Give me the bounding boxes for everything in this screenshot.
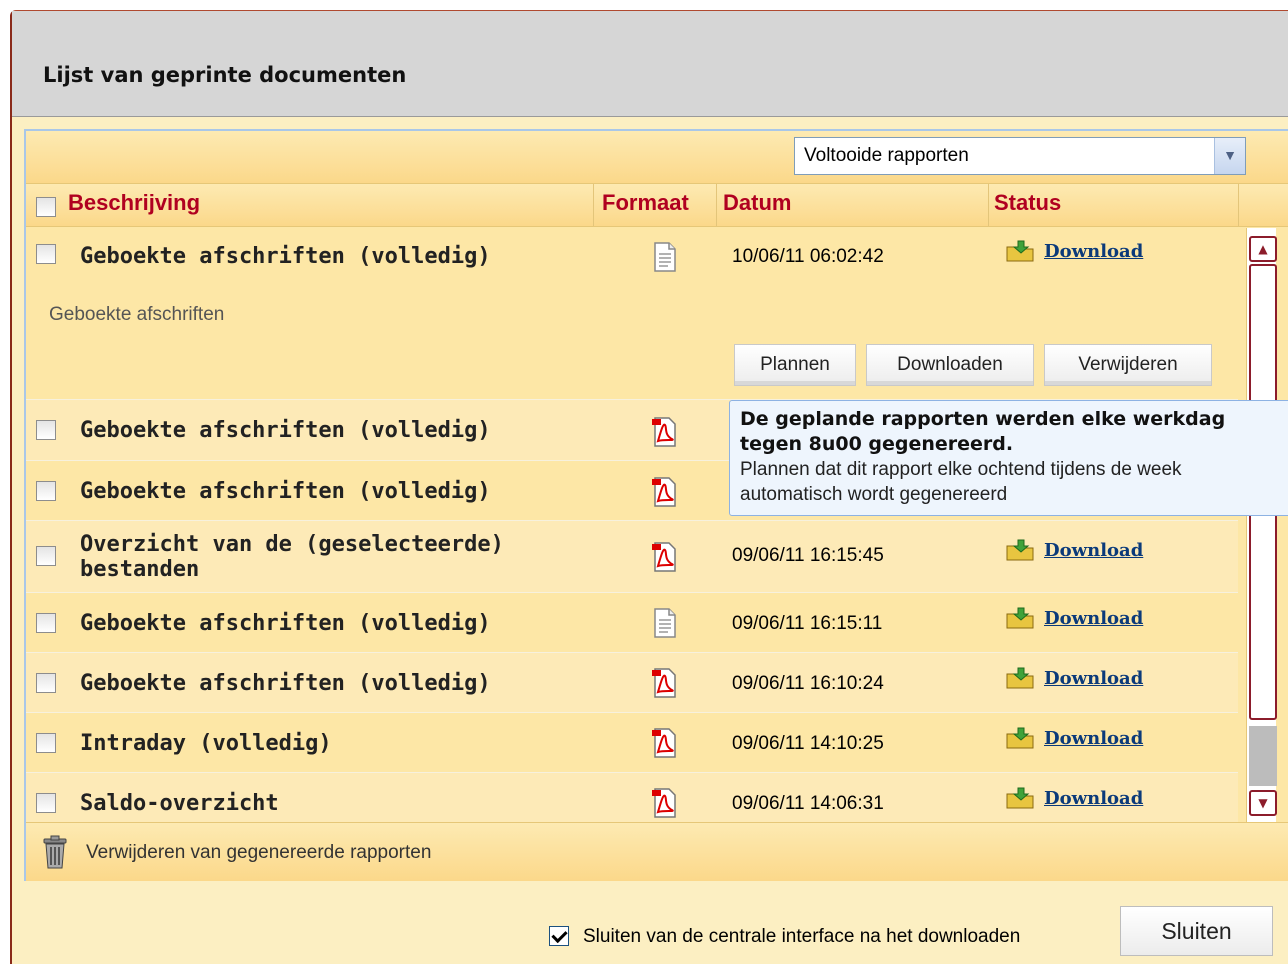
pdf-icon[interactable] xyxy=(652,788,678,818)
column-divider xyxy=(1238,184,1239,226)
report-filter-select[interactable]: Voltooide rapporten ▼ xyxy=(794,137,1246,175)
row-checkbox[interactable] xyxy=(36,244,56,264)
row-date: 09/06/11 16:15:11 xyxy=(732,613,883,634)
row-description: Overzicht van de (geselecteerde) bestand… xyxy=(80,532,504,582)
download-folder-icon xyxy=(1006,607,1034,629)
row-description: Geboekte afschriften (volledig) xyxy=(80,671,491,696)
row-checkbox[interactable] xyxy=(36,733,56,753)
documents-list: Geboekte afschriften (volledig) 10/06/11… xyxy=(26,228,1238,822)
pdf-icon[interactable] xyxy=(652,542,678,572)
row-description: Geboekte afschriften (volledig) xyxy=(80,479,491,504)
filter-bar: Voltooide rapporten ▼ xyxy=(26,131,1288,183)
pdf-icon[interactable] xyxy=(652,668,678,698)
download-button[interactable]: Downloaden xyxy=(866,344,1034,386)
row-date: 09/06/11 14:06:31 xyxy=(732,793,884,814)
pdf-icon[interactable] xyxy=(652,417,678,447)
close-button[interactable]: Sluiten xyxy=(1120,906,1273,956)
row-description: Saldo-overzicht xyxy=(80,791,279,816)
download-link[interactable]: Download xyxy=(1044,608,1143,629)
row-status: Download xyxy=(1006,607,1143,629)
row-date: 10/06/11 06:02:42 xyxy=(732,246,884,267)
table-row[interactable]: Saldo-overzicht 09/06/11 14:06:31 Downlo… xyxy=(26,773,1238,822)
panel-footer: Verwijderen van gegenereerde rapporten xyxy=(26,822,1288,881)
table-row[interactable]: Overzicht van de (geselecteerde) bestand… xyxy=(26,521,1238,593)
download-folder-icon xyxy=(1006,667,1034,689)
delete-generated-reports-link[interactable]: Verwijderen van gegenereerde rapporten xyxy=(86,842,431,864)
pdf-icon[interactable] xyxy=(652,728,678,758)
row-detail-text: Geboekte afschriften xyxy=(49,304,225,325)
delete-button[interactable]: Verwijderen xyxy=(1044,344,1212,386)
row-checkbox[interactable] xyxy=(36,793,56,813)
row-description: Geboekte afschriften (volledig) xyxy=(80,611,491,636)
plan-button[interactable]: Plannen xyxy=(734,344,856,386)
scroll-up-arrow-icon[interactable]: ▲ xyxy=(1249,236,1277,262)
table-row[interactable]: Intraday (volledig) 09/06/11 14:10:25 Do… xyxy=(26,713,1238,773)
text-file-icon[interactable] xyxy=(652,608,678,638)
close-after-download-label: Sluiten van de centrale interface na het… xyxy=(583,926,1021,947)
scrollbar-thumb[interactable] xyxy=(1249,726,1277,786)
row-checkbox[interactable] xyxy=(36,420,56,440)
row-date: 09/06/11 16:15:45 xyxy=(732,545,884,566)
scroll-down-arrow-icon[interactable]: ▼ xyxy=(1249,790,1277,816)
vertical-scrollbar[interactable]: ▲ ▼ xyxy=(1246,228,1277,822)
tooltip-title: De geplande rapporten werden elke werkda… xyxy=(740,408,1226,455)
close-after-download-checkbox[interactable] xyxy=(549,926,569,946)
row-checkbox[interactable] xyxy=(36,613,56,633)
download-folder-icon xyxy=(1006,240,1034,262)
column-header-status[interactable]: Status xyxy=(994,190,1061,216)
row-description: Geboekte afschriften (volledig) xyxy=(80,418,491,443)
download-folder-icon xyxy=(1006,539,1034,561)
download-folder-icon xyxy=(1006,727,1034,749)
table-row[interactable]: Geboekte afschriften (volledig) 09/06/11… xyxy=(26,593,1238,653)
row-status: Download xyxy=(1006,539,1143,561)
select-all-checkbox[interactable] xyxy=(36,197,56,217)
trash-icon[interactable] xyxy=(40,835,70,869)
download-link[interactable]: Download xyxy=(1044,668,1143,689)
download-link[interactable]: Download xyxy=(1044,788,1143,809)
row-checkbox[interactable] xyxy=(36,481,56,501)
dialog-title: Lijst van geprinte documenten xyxy=(43,63,407,87)
download-link[interactable]: Download xyxy=(1044,728,1143,749)
row-status: Download xyxy=(1006,727,1143,749)
column-divider xyxy=(716,184,717,226)
row-date: 09/06/11 14:10:25 xyxy=(732,733,884,754)
column-divider xyxy=(988,184,989,226)
row-status: Download xyxy=(1006,667,1143,689)
row-date: 09/06/11 16:10:24 xyxy=(732,673,884,694)
report-filter-value: Voltooide rapporten xyxy=(804,145,969,166)
download-link[interactable]: Download xyxy=(1044,241,1143,262)
table-row[interactable]: Geboekte afschriften (volledig) 09/06/11… xyxy=(26,653,1238,713)
chevron-down-icon[interactable]: ▼ xyxy=(1214,138,1245,174)
tooltip-body: Plannen dat dit rapport elke ochtend tij… xyxy=(740,459,1182,505)
row-status: Download xyxy=(1006,787,1143,809)
table-header: Beschrijving Formaat Datum Status xyxy=(26,183,1288,227)
row-checkbox[interactable] xyxy=(36,546,56,566)
row-status: Download xyxy=(1006,240,1143,262)
row-description: Geboekte afschriften (volledig) xyxy=(80,244,491,269)
download-folder-icon xyxy=(1006,787,1034,809)
table-row-expanded[interactable]: Geboekte afschriften (volledig) 10/06/11… xyxy=(26,228,1238,400)
row-checkbox[interactable] xyxy=(36,673,56,693)
row-description: Intraday (volledig) xyxy=(80,731,332,756)
pdf-icon[interactable] xyxy=(652,477,678,507)
download-link[interactable]: Download xyxy=(1044,540,1143,561)
column-header-format[interactable]: Formaat xyxy=(602,190,689,216)
plan-tooltip: De geplande rapporten werden elke werkda… xyxy=(729,400,1288,516)
column-header-description[interactable]: Beschrijving xyxy=(68,190,200,216)
title-bar: Lijst van geprinte documenten xyxy=(12,11,1288,117)
text-file-icon[interactable] xyxy=(652,242,678,272)
column-divider xyxy=(593,184,594,226)
column-header-date[interactable]: Datum xyxy=(723,190,791,216)
